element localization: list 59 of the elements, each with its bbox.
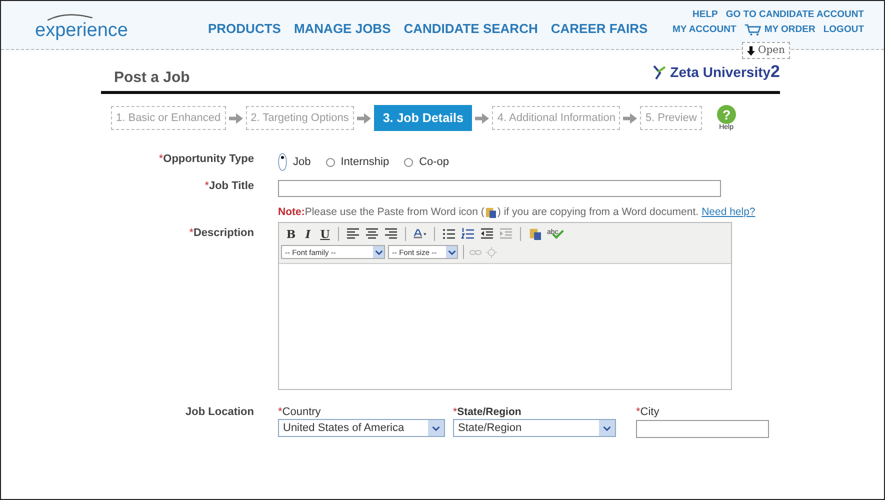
field-label: *Job Title xyxy=(204,180,255,192)
header-link[interactable]: MY ACCOUNT xyxy=(672,24,736,34)
outdent-icon[interactable] xyxy=(480,228,494,240)
description-field[interactable] xyxy=(279,263,731,389)
underline-button[interactable]: U xyxy=(319,228,331,240)
arrow-icon xyxy=(228,112,243,124)
numbered-list-icon[interactable] xyxy=(461,228,475,240)
page-title: Post a Job xyxy=(114,69,190,86)
bold-button[interactable]: B xyxy=(285,228,297,240)
nav-link[interactable]: PRODUCTS xyxy=(208,20,281,36)
radio-option[interactable]: Internship xyxy=(326,153,390,171)
field-label: *Opportunity Type xyxy=(158,153,255,165)
paste-word-icon[interactable] xyxy=(528,228,542,240)
field-label: *City xyxy=(636,406,660,418)
chevron-icon xyxy=(603,426,611,430)
header-link[interactable]: GO TO CANDIDATE ACCOUNT xyxy=(726,8,864,20)
align-icon[interactable] xyxy=(365,228,379,240)
wizard-step[interactable]: 2. Targeting Options xyxy=(246,106,354,130)
align-icon[interactable] xyxy=(346,228,360,240)
field-label: *Country xyxy=(278,406,322,418)
open-button[interactable]: Open xyxy=(742,42,790,59)
italic-button[interactable]: I xyxy=(302,228,314,240)
radio-option[interactable]: Job xyxy=(278,153,311,171)
location-dropdown[interactable]: United States of America xyxy=(278,419,445,437)
header-link[interactable]: MY ORDER xyxy=(764,24,816,34)
arrow-icon xyxy=(475,112,490,124)
arrow-icon xyxy=(623,112,638,124)
chevron-icon xyxy=(432,426,440,430)
align-icon[interactable] xyxy=(384,228,398,240)
arrow-icon xyxy=(356,112,371,124)
location-dropdown[interactable]: State/Region xyxy=(453,419,616,437)
wizard-step[interactable]: 4. Additional Information xyxy=(492,106,620,130)
field-label: *Description xyxy=(188,227,255,239)
wizard-step[interactable]: 1. Basic or Enhanced xyxy=(111,106,226,130)
city-field[interactable] xyxy=(636,420,769,438)
swoosh-icon xyxy=(45,13,95,21)
nav-link[interactable]: CANDIDATE SEARCH xyxy=(404,20,538,36)
wizard-step[interactable]: 5. Preview xyxy=(640,106,702,130)
site-logo[interactable]: experience xyxy=(35,13,208,41)
chevron-icon xyxy=(448,250,456,254)
nav-link[interactable]: MANAGE JOBS xyxy=(294,20,391,36)
help-icon[interactable]: ? xyxy=(716,105,736,124)
school-logo: Zeta University2 xyxy=(652,64,780,80)
job-title-field[interactable] xyxy=(278,180,721,197)
field-label: *State/Region xyxy=(453,406,522,418)
cart-icon xyxy=(744,22,762,36)
help-link[interactable]: Need help? xyxy=(702,206,756,218)
note-text: Note:Please use the Paste from Word icon ( ) if you are copying from a Word document. Need help? xyxy=(278,206,756,218)
nav-link[interactable]: CAREER FAIRS xyxy=(550,20,648,36)
field-label: Job Location xyxy=(184,406,255,418)
down-arrow-icon xyxy=(747,46,755,56)
header-link[interactable]: LOGOUT xyxy=(823,24,864,34)
paste-word-icon xyxy=(485,206,496,218)
bullet-list-icon[interactable] xyxy=(442,228,456,240)
radio-option[interactable]: Co-op xyxy=(404,153,450,171)
header-link[interactable]: HELP xyxy=(692,8,718,20)
font-color-icon[interactable] xyxy=(413,228,427,240)
chevron-icon xyxy=(374,250,382,254)
wizard-step[interactable]: 3. Job Details xyxy=(374,105,472,131)
